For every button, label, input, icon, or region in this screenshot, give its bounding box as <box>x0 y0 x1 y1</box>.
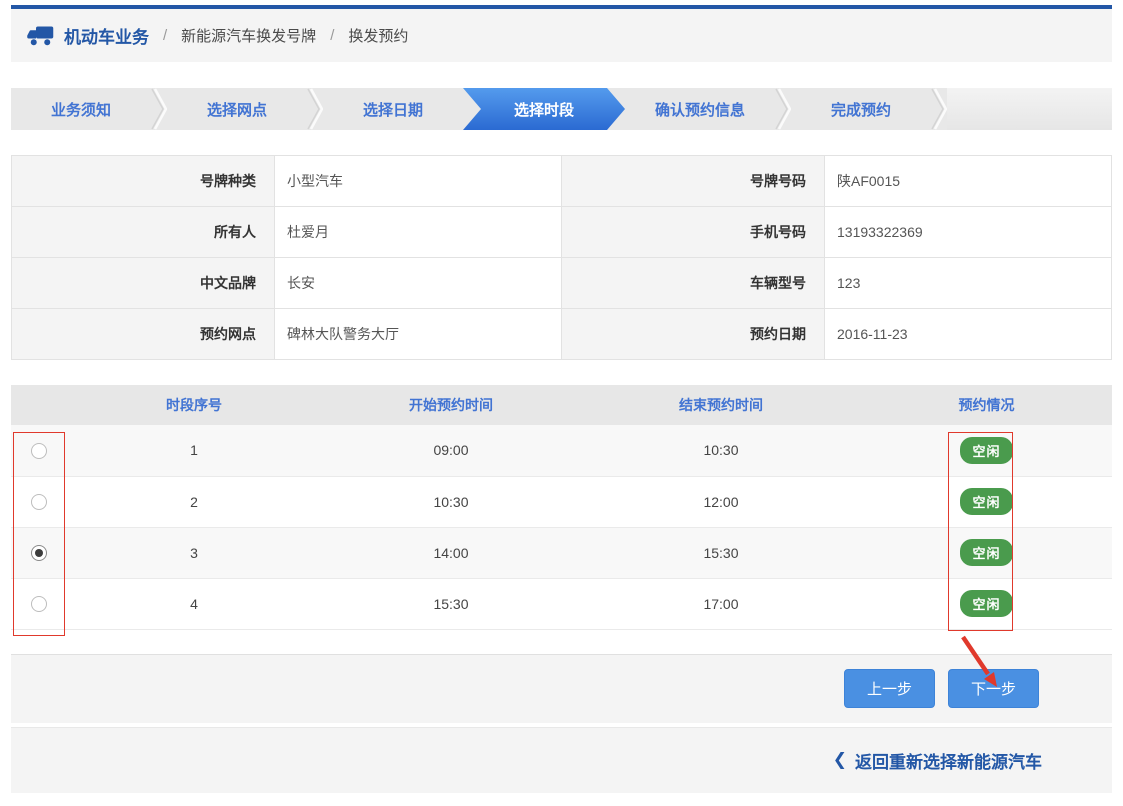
breadcrumb-separator: / <box>326 27 338 44</box>
steps-tail <box>947 88 1112 130</box>
plate-type-value: 小型汽车 <box>275 156 562 207</box>
truck-icon <box>27 25 54 46</box>
slot-start-time: 09:00 <box>321 425 581 476</box>
timeslot-radio-2[interactable] <box>31 494 47 510</box>
step-select-date[interactable]: 选择日期 <box>323 88 463 130</box>
slot-seq: 1 <box>67 425 321 476</box>
slot-start-time: 14:00 <box>321 527 581 578</box>
plate-type-label: 号牌种类 <box>12 156 275 207</box>
plate-number-value: 陕AF0015 <box>825 156 1112 207</box>
timeslot-row: 2 10:30 12:00 空闲 <box>11 476 1112 527</box>
timeslot-row: 4 15:30 17:00 空闲 <box>11 578 1112 629</box>
info-row: 所有人 杜爱月 手机号码 13193322369 <box>12 207 1112 258</box>
info-row: 中文品牌 长安 车辆型号 123 <box>12 258 1112 309</box>
status-badge: 空闲 <box>960 539 1012 566</box>
breadcrumb-separator: / <box>159 27 171 44</box>
breadcrumb-item-replacement-appointment[interactable]: 换发预约 <box>348 25 408 46</box>
info-row: 预约网点 碑林大队警务大厅 预约日期 2016-11-23 <box>12 309 1112 360</box>
prev-step-button[interactable]: 上一步 <box>844 669 935 708</box>
step-confirm-info[interactable]: 确认预约信息 <box>625 88 775 130</box>
step-label: 选择时段 <box>514 99 574 120</box>
timeslot-radio-1[interactable] <box>31 443 47 459</box>
timeslot-row: 1 09:00 10:30 空闲 <box>11 425 1112 476</box>
owner-label: 所有人 <box>12 207 275 258</box>
timeslot-header-row: 时段序号 开始预约时间 结束预约时间 预约情况 <box>11 385 1112 425</box>
date-value: 2016-11-23 <box>825 309 1112 360</box>
model-label: 车辆型号 <box>562 258 825 309</box>
slot-start-time: 15:30 <box>321 578 581 629</box>
branch-value: 碑林大队警务大厅 <box>275 309 562 360</box>
back-to-vehicle-select-link[interactable]: ❮ 返回重新选择新能源汽车 <box>833 748 1042 773</box>
chevron-separator-icon <box>775 88 791 130</box>
timeslot-radio-3[interactable] <box>31 545 47 561</box>
status-badge: 空闲 <box>960 437 1012 464</box>
footer-link-bar: ❮ 返回重新选择新能源汽车 <box>11 727 1112 793</box>
brand-value: 长安 <box>275 258 562 309</box>
phone-value: 13193322369 <box>825 207 1112 258</box>
plate-number-label: 号牌号码 <box>562 156 825 207</box>
phone-label: 手机号码 <box>562 207 825 258</box>
step-label: 确认预约信息 <box>655 99 745 120</box>
status-badge: 空闲 <box>960 488 1012 515</box>
chevron-separator-icon <box>307 88 323 130</box>
timeslot-table: 时段序号 开始预约时间 结束预约时间 预约情况 1 09:00 10:30 空闲… <box>11 385 1112 630</box>
step-label: 业务须知 <box>51 99 111 120</box>
step-business-notice[interactable]: 业务须知 <box>11 88 151 130</box>
back-link-label: 返回重新选择新能源汽车 <box>855 748 1042 773</box>
chevron-separator-icon <box>931 88 947 130</box>
step-complete[interactable]: 完成预约 <box>791 88 931 130</box>
slot-status-header: 预约情况 <box>861 385 1112 425</box>
step-select-branch[interactable]: 选择网点 <box>167 88 307 130</box>
breadcrumb-item-plate-replacement[interactable]: 新能源汽车换发号牌 <box>181 25 316 46</box>
step-label: 选择网点 <box>207 99 267 120</box>
appointment-info-table: 号牌种类 小型汽车 号牌号码 陕AF0015 所有人 杜爱月 手机号码 1319… <box>11 155 1112 360</box>
breadcrumb: 机动车业务 / 新能源汽车换发号牌 / 换发预约 <box>11 9 1112 62</box>
slot-seq: 4 <box>67 578 321 629</box>
back-chevron-icon: ❮ <box>833 750 847 770</box>
slot-end-time: 17:00 <box>581 578 861 629</box>
slot-end-time: 15:30 <box>581 527 861 578</box>
brand-label: 中文品牌 <box>12 258 275 309</box>
slot-start-time: 10:30 <box>321 476 581 527</box>
timeslot-radio-4[interactable] <box>31 596 47 612</box>
branch-label: 预约网点 <box>12 309 275 360</box>
slot-end-header: 结束预约时间 <box>581 385 861 425</box>
step-progress-bar: 业务须知 选择网点 选择日期 选择时段 确认预约信息 完成预约 <box>11 88 1112 130</box>
chevron-separator-icon <box>151 88 167 130</box>
step-label: 完成预约 <box>831 99 891 120</box>
next-step-button[interactable]: 下一步 <box>948 669 1039 708</box>
step-label: 选择日期 <box>363 99 423 120</box>
page: 机动车业务 / 新能源汽车换发号牌 / 换发预约 业务须知 选择网点 选择日期 … <box>0 5 1123 793</box>
timeslot-row: 3 14:00 15:30 空闲 <box>11 527 1112 578</box>
slot-end-time: 12:00 <box>581 476 861 527</box>
slot-seq: 3 <box>67 527 321 578</box>
model-value: 123 <box>825 258 1112 309</box>
info-row: 号牌种类 小型汽车 号牌号码 陕AF0015 <box>12 156 1112 207</box>
slot-seq-header: 时段序号 <box>67 385 321 425</box>
breadcrumb-item-vehicle-services[interactable]: 机动车业务 <box>64 23 149 48</box>
status-badge: 空闲 <box>960 590 1012 617</box>
slot-start-header: 开始预约时间 <box>321 385 581 425</box>
slot-seq: 2 <box>67 476 321 527</box>
step-select-timeslot-active[interactable]: 选择时段 <box>463 88 625 130</box>
owner-value: 杜爱月 <box>275 207 562 258</box>
slot-end-time: 10:30 <box>581 425 861 476</box>
radio-column-header <box>11 385 67 425</box>
action-button-bar: 上一步 下一步 <box>11 654 1112 723</box>
date-label: 预约日期 <box>562 309 825 360</box>
